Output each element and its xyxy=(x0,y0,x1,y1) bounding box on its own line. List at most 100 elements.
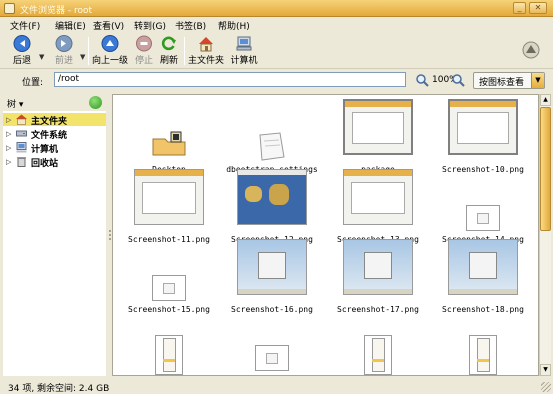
sidebar-tree-item-label: 计算机 xyxy=(31,145,59,155)
scrollbar-thumb[interactable] xyxy=(540,107,551,231)
file-item[interactable]: Screenshot-1.png xyxy=(222,307,322,375)
scroll-up-button[interactable]: ▲ xyxy=(540,94,551,106)
reload-label: 刷新 xyxy=(159,56,178,66)
forward-button[interactable]: 前进 xyxy=(52,35,76,67)
menu-bookmarks[interactable]: 书签(B) xyxy=(175,19,206,32)
view-mode-select[interactable]: 按图标查看 ▼ xyxy=(473,72,545,89)
image-thumbnail xyxy=(343,239,413,295)
document-icon xyxy=(252,131,292,161)
file-item[interactable]: package xyxy=(328,97,428,174)
image-thumbnail xyxy=(255,345,289,371)
back-history-dropdown[interactable]: ▼ xyxy=(39,53,44,61)
zoom-in-icon[interactable] xyxy=(452,74,465,87)
expander-icon[interactable]: ▷ xyxy=(6,130,11,138)
up-label: 向上一级 xyxy=(92,56,129,66)
scroll-down-button[interactable]: ▼ xyxy=(540,364,551,376)
minimize-button[interactable]: _ xyxy=(513,2,526,14)
location-label: 位置: xyxy=(22,78,44,88)
file-item[interactable]: Screenshot-18.png xyxy=(433,237,533,314)
file-item[interactable]: Screenshot-10.png xyxy=(433,97,533,174)
sidebar-tree-item[interactable]: ▷ 计算机 xyxy=(3,141,106,155)
file-name: Screenshot-21.png xyxy=(433,375,533,376)
file-item[interactable]: dbootstrap_settings xyxy=(222,97,322,174)
sidebar-tree-item[interactable]: ▷ 文件系统 xyxy=(3,127,106,141)
sidebar-mode-value: 树 xyxy=(7,100,17,110)
vertical-scrollbar[interactable]: ▲ ▼ xyxy=(539,94,551,376)
sidebar-tree-item-label: 文件系统 xyxy=(31,131,68,141)
image-thumbnail xyxy=(448,99,518,155)
image-thumbnail xyxy=(469,335,497,375)
back-button[interactable]: 后退 xyxy=(10,35,34,67)
file-item[interactable]: Screenshot-19.png xyxy=(119,307,219,375)
app-icon xyxy=(4,3,15,14)
folder-icon xyxy=(149,131,189,161)
forward-arrow-icon xyxy=(55,35,73,52)
chevron-down-icon: ▼ xyxy=(531,73,544,88)
menu-help[interactable]: 帮助(H) xyxy=(218,19,250,32)
menu-view[interactable]: 查看(V) xyxy=(93,19,124,32)
filesystem-icon xyxy=(16,128,27,139)
computer-label: 计算机 xyxy=(230,56,258,66)
toolbar-separator xyxy=(88,37,89,65)
home-folder-icon xyxy=(16,114,27,125)
image-thumbnail xyxy=(155,335,183,375)
back-label: 后退 xyxy=(12,56,31,66)
sidebar-refresh-icon[interactable] xyxy=(89,96,102,109)
image-thumbnail xyxy=(343,169,413,225)
title-bar: 文件浏览器 - root _ ✕ xyxy=(0,0,553,17)
image-thumbnail xyxy=(448,239,518,295)
splitter-grip xyxy=(109,238,111,240)
resize-grip[interactable] xyxy=(541,382,551,392)
splitter-grip xyxy=(109,230,111,232)
file-item[interactable]: Screenshot-21.png xyxy=(433,307,533,375)
status-text: 34 项, 剩余空间: 2.4 GB xyxy=(8,384,110,394)
file-item[interactable]: Screenshot-12.png xyxy=(222,167,322,244)
file-item[interactable]: Screenshot-14.png xyxy=(433,167,533,244)
sidebar-tree-item[interactable]: ▷ 回收站 xyxy=(3,155,106,169)
sidebar-tree-item-label: 回收站 xyxy=(31,159,59,169)
menu-bar: 文件(F) 编辑(E) 查看(V) 转到(G) 书签(B) 帮助(H) xyxy=(0,17,553,33)
sidebar-mode-select[interactable]: 树 ▾ xyxy=(7,97,23,110)
menu-go[interactable]: 转到(G) xyxy=(134,19,166,32)
image-thumbnail xyxy=(343,99,413,155)
reload-button[interactable]: 刷新 xyxy=(157,35,181,67)
up-button[interactable]: 向上一级 xyxy=(92,35,128,67)
splitter-grip xyxy=(109,234,111,236)
file-name: Screenshot-1.png xyxy=(222,375,322,376)
file-item[interactable]: Screenshot-15.png xyxy=(119,237,219,314)
expander-icon[interactable]: ▷ xyxy=(6,158,11,166)
stop-button[interactable]: 停止 xyxy=(132,35,156,67)
image-thumbnail xyxy=(364,335,392,375)
image-thumbnail xyxy=(237,239,307,295)
stop-icon xyxy=(136,35,152,52)
sidebar-tree-item[interactable]: ▷ 主文件夹 xyxy=(3,113,106,127)
forward-history-dropdown[interactable]: ▼ xyxy=(80,53,85,61)
location-bar: 位置: /root 100% 按图标查看 ▼ xyxy=(0,70,553,90)
home-label: 主文件夹 xyxy=(188,56,225,66)
file-item[interactable]: Screenshot-16.png xyxy=(222,237,322,314)
expander-icon[interactable]: ▷ xyxy=(6,116,11,124)
file-item[interactable]: Screenshot-13.png xyxy=(328,167,428,244)
image-thumbnail xyxy=(152,275,186,301)
file-item[interactable]: Screenshot-17.png xyxy=(328,237,428,314)
stop-label: 停止 xyxy=(134,56,153,66)
menu-file[interactable]: 文件(F) xyxy=(10,19,40,32)
file-icon-view[interactable]: Desktopdbootstrap_settingspackageScreens… xyxy=(112,94,539,376)
file-name: Screenshot-20.png xyxy=(328,375,428,376)
zoom-out-icon[interactable] xyxy=(416,74,429,87)
trash-icon xyxy=(16,156,27,167)
file-item[interactable]: Screenshot-20.png xyxy=(328,307,428,375)
expander-icon[interactable]: ▷ xyxy=(6,144,11,152)
file-item[interactable]: Screenshot-11.png xyxy=(119,167,219,244)
forward-label: 前进 xyxy=(54,56,73,66)
home-button[interactable]: 主文件夹 xyxy=(188,35,224,67)
image-thumbnail xyxy=(134,169,204,225)
computer-icon xyxy=(16,142,27,153)
file-item[interactable]: Desktop xyxy=(119,97,219,174)
status-bar: 34 项, 剩余空间: 2.4 GB xyxy=(0,378,553,394)
location-input[interactable]: /root xyxy=(54,72,406,87)
menu-edit[interactable]: 编辑(E) xyxy=(55,19,86,32)
close-button[interactable]: ✕ xyxy=(529,2,547,14)
computer-button[interactable]: 计算机 xyxy=(228,35,260,67)
view-mode-value: 按图标查看 xyxy=(479,78,525,88)
